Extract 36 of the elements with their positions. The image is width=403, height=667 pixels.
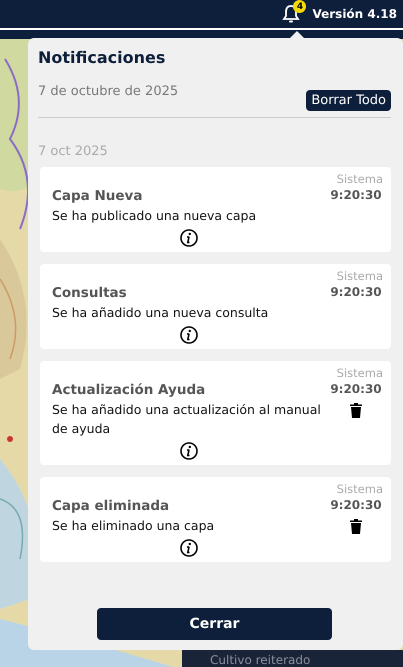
version-label: Versión 4.18	[312, 7, 397, 21]
notification-time: 9:20:30	[330, 498, 382, 512]
notification-message: Se ha publicado una nueva capa	[52, 207, 258, 225]
notification-source: Sistema	[336, 482, 383, 496]
info-button[interactable]	[180, 539, 198, 557]
info-button[interactable]	[180, 229, 198, 247]
info-icon	[180, 326, 198, 344]
notification-time: 9:20:30	[330, 188, 382, 202]
notification-source: Sistema	[336, 269, 383, 283]
notification-title: Actualización Ayuda	[52, 382, 206, 398]
info-button[interactable]	[180, 442, 198, 460]
info-icon	[180, 442, 198, 460]
notification-title: Capa eliminada	[52, 498, 170, 514]
notification-time: 9:20:30	[330, 285, 382, 299]
date-label: 7 de octubre de 2025	[38, 84, 178, 99]
notification-source: Sistema	[336, 172, 383, 186]
panel-title: Notificaciones	[38, 48, 166, 67]
trash-icon	[349, 402, 363, 418]
info-icon	[180, 539, 198, 557]
notification-title: Consultas	[52, 285, 128, 301]
notification-title: Capa Nueva	[52, 188, 144, 204]
notification-message: Se ha eliminado una capa	[52, 517, 216, 535]
legend-label: Cultivo reiterado	[210, 653, 310, 667]
group-date: 7 oct 2025	[38, 144, 109, 159]
notification-message: Se ha añadido una nueva consulta	[52, 304, 270, 322]
close-button[interactable]: Cerrar	[97, 608, 332, 640]
delete-button[interactable]	[349, 402, 363, 418]
info-icon	[180, 229, 198, 247]
delete-button[interactable]	[349, 518, 363, 534]
notification-badge: 4	[293, 0, 306, 13]
clear-all-button[interactable]: Borrar Todo	[306, 90, 391, 111]
notification-time: 9:20:30	[330, 382, 382, 396]
info-button[interactable]	[180, 326, 198, 344]
notification-source: Sistema	[336, 366, 383, 380]
notification-message: Se ha añadido una actualización al manual de ayuda	[52, 401, 322, 438]
trash-icon	[349, 518, 363, 534]
